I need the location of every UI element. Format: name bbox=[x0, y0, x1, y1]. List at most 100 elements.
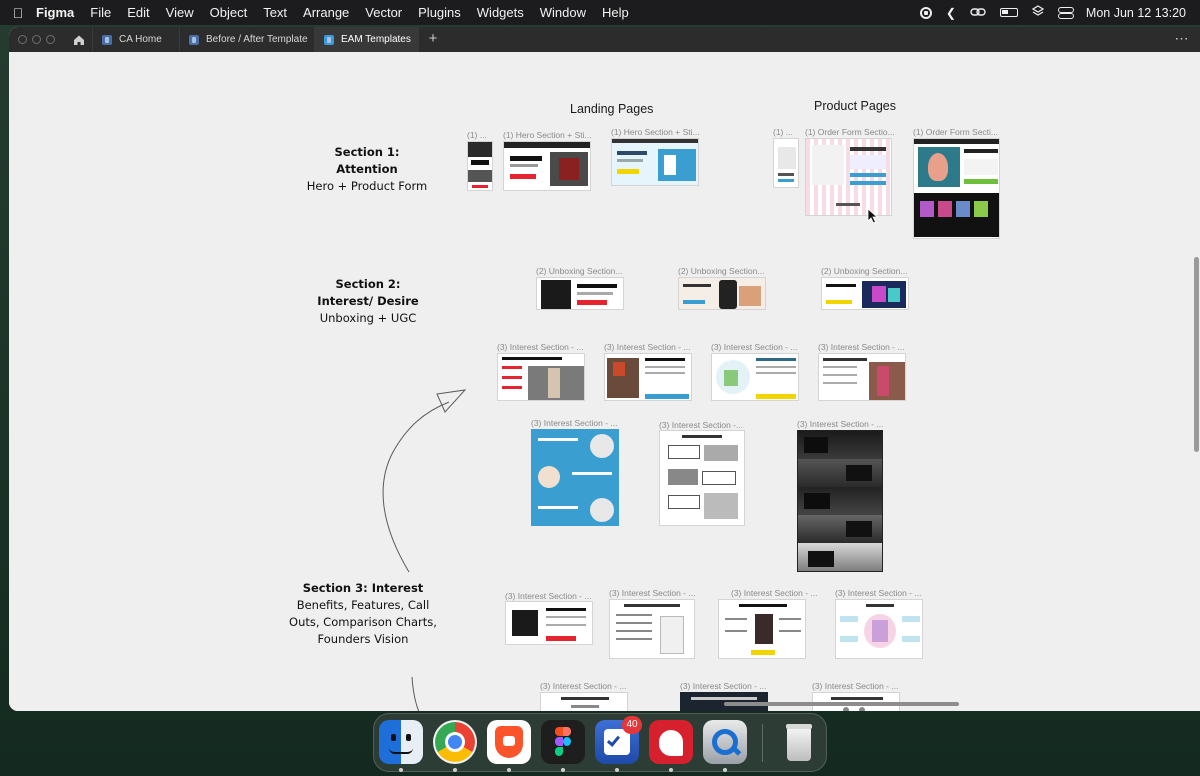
trash-icon[interactable] bbox=[777, 720, 821, 764]
frame-interest-3d[interactable] bbox=[835, 599, 923, 659]
frame-interest-1a[interactable] bbox=[497, 353, 585, 401]
battery-icon[interactable] bbox=[999, 8, 1018, 17]
tab-before-after-template[interactable]: Before / After Template bbox=[179, 27, 314, 52]
frame-label: (3) Interest Section - ... bbox=[604, 342, 691, 352]
menu-widgets[interactable]: Widgets bbox=[469, 0, 532, 25]
section-1-subtitle: Hero + Product Form bbox=[306, 179, 428, 193]
clock[interactable]: Mon Jun 12 13:20 bbox=[1086, 6, 1186, 20]
control-center-icon[interactable] bbox=[1057, 7, 1074, 19]
close-window-button[interactable] bbox=[18, 35, 27, 44]
frame-label: (3) Interest Section - ... bbox=[731, 588, 818, 598]
chrome-icon[interactable] bbox=[433, 720, 477, 764]
frame-product-order-form-a[interactable] bbox=[805, 138, 892, 216]
frame-label: (1) ... bbox=[467, 130, 487, 140]
menu-app-name[interactable]: Figma bbox=[36, 0, 82, 25]
menu-window[interactable]: Window bbox=[532, 0, 594, 25]
frame-interest-4a[interactable] bbox=[540, 692, 628, 711]
screen-record-icon[interactable] bbox=[919, 6, 932, 19]
running-indicator bbox=[561, 768, 565, 772]
tab-ca-home[interactable]: CA Home bbox=[92, 27, 179, 52]
brave-icon[interactable] bbox=[487, 720, 531, 764]
file-icon bbox=[189, 34, 199, 45]
dock: 40 bbox=[373, 713, 827, 772]
frame-label: (3) Interest Section - ... bbox=[818, 342, 905, 352]
frame-label: (1) Order Form Sectio... bbox=[805, 127, 895, 137]
menu-text[interactable]: Text bbox=[255, 0, 295, 25]
frame-label: (1) Hero Section + Sti... bbox=[503, 130, 592, 140]
frame-interest-3c[interactable] bbox=[718, 599, 806, 659]
finder-icon[interactable] bbox=[379, 720, 423, 764]
layers-icon[interactable] bbox=[1031, 5, 1045, 20]
menu-help[interactable]: Help bbox=[594, 0, 637, 25]
running-indicator bbox=[669, 768, 673, 772]
menu-bar:  Figma File Edit View Object Text Arran… bbox=[0, 0, 1200, 25]
frame-interest-1c[interactable] bbox=[711, 353, 799, 401]
frame-landing-hero-a[interactable] bbox=[503, 141, 591, 191]
minimize-window-button[interactable] bbox=[32, 35, 41, 44]
tab-eam-templates[interactable]: EAM Templates bbox=[314, 27, 419, 52]
more-options-icon[interactable]: ⋯ bbox=[1172, 27, 1192, 52]
tab-bar: CA Home Before / After Template EAM Temp… bbox=[9, 27, 1200, 52]
mouse-cursor-icon bbox=[867, 208, 879, 224]
tab-label: CA Home bbox=[119, 34, 162, 45]
running-indicator bbox=[723, 768, 727, 772]
frame-interest-2b[interactable] bbox=[659, 430, 745, 526]
home-icon bbox=[74, 35, 84, 45]
frame-label: (3) Interest Section -... bbox=[659, 420, 744, 430]
figma-icon[interactable] bbox=[541, 720, 585, 764]
dock-separator bbox=[762, 724, 763, 762]
apple-icon[interactable]:  bbox=[0, 5, 36, 21]
menu-view[interactable]: View bbox=[158, 0, 202, 25]
section-2-label: Section 2: Interest/ Desire Unboxing + U… bbox=[309, 276, 427, 327]
figma-canvas[interactable]: Landing Pages Product Pages Section 1: A… bbox=[9, 52, 1200, 711]
app-menu: Figma File Edit View Object Text Arrange… bbox=[36, 0, 637, 25]
menu-file[interactable]: File bbox=[82, 0, 119, 25]
quicktime-icon[interactable] bbox=[703, 720, 747, 764]
frame-interest-1d[interactable] bbox=[818, 353, 906, 401]
arrow-doodle bbox=[382, 389, 467, 711]
frame-interest-1b[interactable] bbox=[604, 353, 692, 401]
home-button[interactable] bbox=[67, 27, 91, 52]
frame-label: (3) Interest Section - ... bbox=[812, 681, 899, 691]
frame-label: (3) Interest Section - ... bbox=[711, 342, 798, 352]
frame-label: (3) Interest Section - ... bbox=[835, 588, 922, 598]
readdle-icon[interactable] bbox=[649, 720, 693, 764]
frame-product-mobile[interactable] bbox=[773, 138, 799, 188]
status-area: ❮ Mon Jun 12 13:20 bbox=[919, 0, 1186, 25]
landing-pages-heading: Landing Pages bbox=[570, 102, 654, 116]
running-indicator bbox=[615, 768, 619, 772]
zoom-window-button[interactable] bbox=[46, 35, 55, 44]
menu-arrange[interactable]: Arrange bbox=[295, 0, 357, 25]
frame-unboxing-a[interactable] bbox=[536, 277, 624, 310]
menu-vector[interactable]: Vector bbox=[357, 0, 410, 25]
frame-unboxing-b[interactable] bbox=[678, 277, 766, 310]
frame-interest-3b[interactable] bbox=[609, 599, 695, 659]
frame-product-order-form-b[interactable] bbox=[913, 138, 1000, 239]
chevron-left-icon[interactable]: ❮ bbox=[946, 6, 956, 20]
tab-label: EAM Templates bbox=[341, 34, 411, 45]
frame-label: (2) Unboxing Section... bbox=[536, 266, 623, 276]
menu-plugins[interactable]: Plugins bbox=[410, 0, 469, 25]
frame-landing-hero-b[interactable] bbox=[611, 138, 699, 186]
horizontal-scrollbar[interactable] bbox=[724, 702, 959, 706]
frame-landing-mobile-hero[interactable] bbox=[467, 141, 493, 191]
running-indicator bbox=[399, 768, 403, 772]
section-2-subtitle: Unboxing + UGC bbox=[319, 311, 417, 325]
frame-label: (2) Unboxing Section... bbox=[821, 266, 908, 276]
menu-object[interactable]: Object bbox=[202, 0, 256, 25]
frame-label: (1) Hero Section + Sti... bbox=[611, 127, 700, 137]
new-tab-button[interactable]: + bbox=[425, 27, 441, 52]
link-icon[interactable] bbox=[970, 6, 986, 20]
file-icon bbox=[102, 34, 112, 45]
frame-label: (2) Unboxing Section... bbox=[678, 266, 765, 276]
vertical-scrollbar[interactable] bbox=[1194, 257, 1199, 452]
frame-interest-2c[interactable] bbox=[797, 430, 883, 572]
frame-interest-3a[interactable] bbox=[505, 601, 593, 645]
frame-interest-2a[interactable] bbox=[531, 429, 619, 526]
running-indicator bbox=[453, 768, 457, 772]
menu-edit[interactable]: Edit bbox=[119, 0, 157, 25]
frame-label: (3) Interest Section - ... bbox=[609, 588, 696, 598]
frame-unboxing-c[interactable] bbox=[821, 277, 909, 310]
notification-badge: 40 bbox=[622, 716, 642, 734]
section-1-title: Section 1: Attention bbox=[334, 145, 400, 176]
